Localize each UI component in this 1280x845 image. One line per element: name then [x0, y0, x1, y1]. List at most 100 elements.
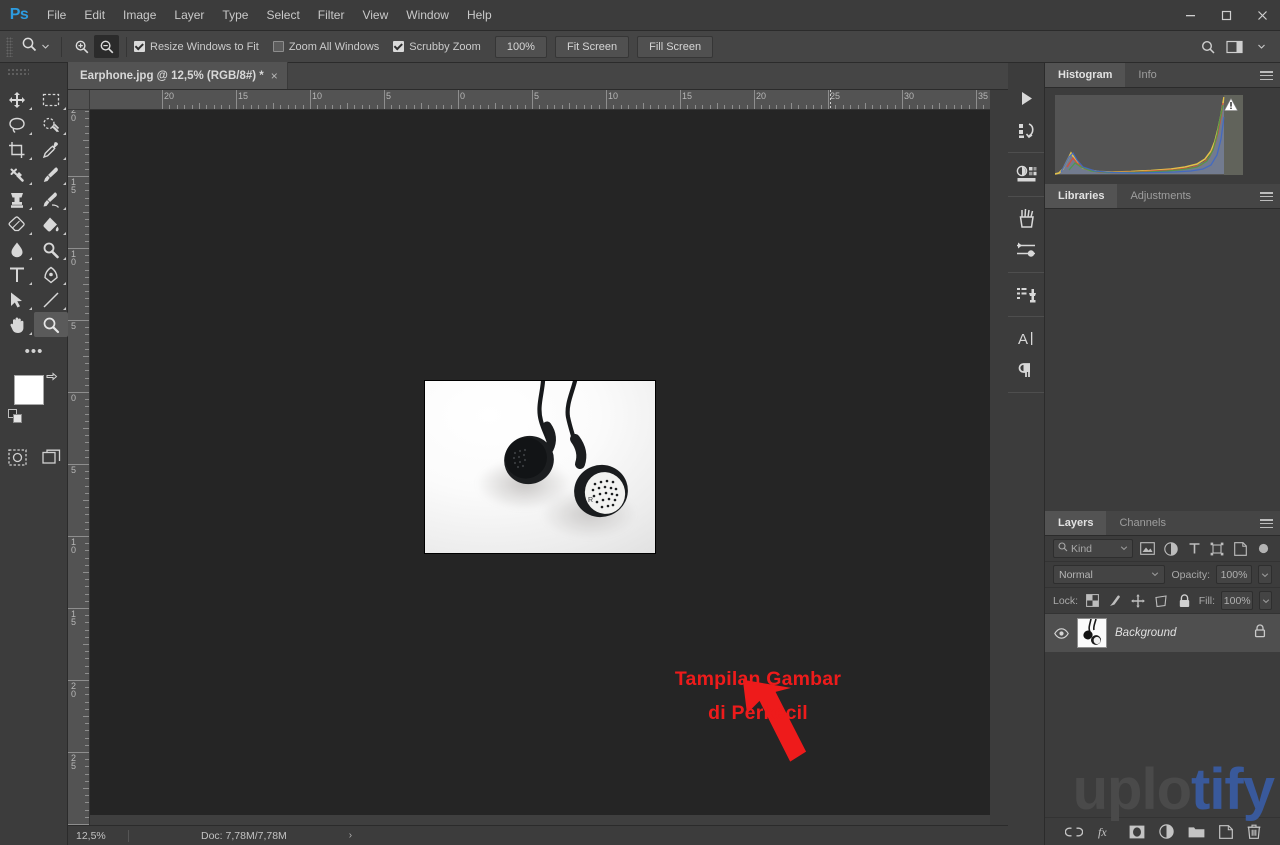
checkbox-box[interactable] — [134, 41, 145, 52]
fill-stepper[interactable] — [1259, 591, 1273, 610]
tool-submenu-indicator[interactable] — [29, 107, 32, 110]
color-swatches-panel-icon[interactable] — [1008, 158, 1045, 190]
opacity-stepper[interactable] — [1258, 565, 1272, 584]
lock-position-icon[interactable] — [1130, 591, 1147, 610]
tool-submenu-indicator[interactable] — [29, 207, 32, 210]
ruler-corner[interactable] — [68, 90, 90, 110]
tool-submenu-indicator[interactable] — [29, 257, 32, 260]
checkbox-box[interactable] — [272, 41, 284, 52]
button-fit-screen[interactable]: Fit Screen — [554, 35, 630, 58]
menu-layer[interactable]: Layer — [165, 0, 213, 31]
add-layer-mask-icon[interactable] — [1129, 825, 1145, 839]
menu-window[interactable]: Window — [397, 0, 458, 31]
eyedropper-tool[interactable] — [34, 137, 68, 162]
shape-filter-icon[interactable] — [1209, 539, 1226, 558]
tool-submenu-indicator[interactable] — [63, 207, 66, 210]
swap-colors-icon[interactable] — [45, 371, 58, 387]
zoom-out-button[interactable] — [94, 35, 119, 58]
tool-submenu-indicator[interactable] — [29, 282, 32, 285]
tool-submenu-indicator[interactable] — [29, 332, 32, 335]
smart-object-filter-icon[interactable] — [1232, 539, 1249, 558]
adjustment-filter-icon[interactable] — [1162, 539, 1179, 558]
path-selection-tool[interactable] — [0, 287, 34, 312]
brush-tool[interactable] — [34, 162, 68, 187]
fill-value[interactable]: 100% — [1221, 591, 1254, 610]
pixel-filter-icon[interactable] — [1139, 539, 1156, 558]
type-tool[interactable] — [0, 262, 34, 287]
menu-edit[interactable]: Edit — [75, 0, 114, 31]
vertical-ruler[interactable]: 2015105051015202530 — [68, 110, 90, 828]
crop-tool[interactable] — [0, 137, 34, 162]
panel-menu-icon[interactable] — [1260, 184, 1273, 209]
layer-visibility-icon[interactable] — [1053, 627, 1069, 639]
tools-panel-grip[interactable] — [7, 68, 29, 76]
search-icon[interactable] — [1195, 35, 1220, 58]
menu-help[interactable]: Help — [458, 0, 501, 31]
type-filter-icon[interactable] — [1186, 539, 1203, 558]
opacity-value[interactable]: 100% — [1216, 565, 1252, 584]
layer-style-fx-icon[interactable]: fx — [1097, 824, 1115, 839]
tool-submenu-indicator[interactable] — [29, 157, 32, 160]
line-tool[interactable] — [34, 287, 68, 312]
tool-submenu-indicator[interactable] — [29, 232, 32, 235]
lock-transparent-pixels-icon[interactable] — [1084, 591, 1101, 610]
character-panel-icon[interactable]: A — [1008, 322, 1045, 354]
menu-select[interactable]: Select — [257, 0, 308, 31]
checkbox-zoom-all-windows[interactable]: Zoom All Windows — [272, 41, 379, 53]
link-layers-icon[interactable] — [1064, 826, 1083, 838]
menu-filter[interactable]: Filter — [309, 0, 354, 31]
menu-image[interactable]: Image — [114, 0, 165, 31]
quick-mask-icon[interactable] — [0, 445, 34, 470]
layer-locked-icon[interactable] — [1254, 623, 1266, 643]
status-expand-icon[interactable]: › — [349, 830, 352, 841]
zoom-level-field[interactable]: 12,5% — [68, 830, 128, 842]
tool-submenu-indicator[interactable] — [63, 157, 66, 160]
tab-info[interactable]: Info — [1125, 63, 1169, 87]
tool-submenu-indicator[interactable] — [63, 132, 66, 135]
hand-tool[interactable] — [0, 312, 34, 337]
tool-submenu-indicator[interactable] — [29, 132, 32, 135]
horizontal-ruler[interactable]: 20 15 10 5 0 5 10 15 20 25 30 35 — [90, 90, 990, 110]
tool-submenu-indicator[interactable] — [63, 232, 66, 235]
image-canvas[interactable]: R — [425, 381, 655, 553]
tool-submenu-indicator[interactable] — [63, 307, 66, 310]
eraser-tool[interactable] — [0, 212, 34, 237]
lock-all-icon[interactable] — [1176, 591, 1193, 610]
new-adjustment-layer-icon[interactable] — [1158, 824, 1174, 839]
chevron-down-icon[interactable] — [1120, 543, 1128, 555]
new-group-icon[interactable] — [1188, 825, 1205, 838]
clone-source-panel-icon[interactable] — [1008, 278, 1045, 310]
active-tool-preset[interactable] — [17, 35, 54, 59]
more-tools-button[interactable]: ••• — [0, 337, 68, 365]
menu-type[interactable]: Type — [213, 0, 257, 31]
healing-brush-tool[interactable] — [0, 162, 34, 187]
layer-row[interactable]: Background — [1045, 614, 1280, 652]
lasso-tool[interactable] — [0, 112, 34, 137]
lock-image-pixels-icon[interactable] — [1107, 591, 1124, 610]
zoom-in-button[interactable] — [69, 35, 94, 58]
move-tool[interactable] — [0, 87, 34, 112]
actions-panel-icon[interactable] — [1008, 82, 1045, 114]
screen-mode-icon[interactable] — [34, 445, 68, 470]
button-100[interactable]: 100% — [494, 35, 547, 58]
tool-submenu-indicator[interactable] — [63, 282, 66, 285]
tab-channels[interactable]: Channels — [1106, 511, 1178, 535]
gradient-tool[interactable] — [34, 212, 68, 237]
lock-artboard-nesting-icon[interactable] — [1153, 591, 1170, 610]
tool-submenu-indicator[interactable] — [29, 182, 32, 185]
pen-tool[interactable] — [34, 262, 68, 287]
rectangular-marquee-tool[interactable] — [34, 87, 68, 112]
brushes-panel-icon[interactable] — [1008, 202, 1045, 234]
layer-name[interactable]: Background — [1115, 627, 1246, 639]
button-fill-screen[interactable]: Fill Screen — [637, 35, 714, 58]
clone-stamp-tool[interactable] — [0, 187, 34, 212]
minimize-button[interactable] — [1172, 0, 1208, 31]
tab-histogram[interactable]: Histogram — [1045, 63, 1126, 87]
tool-submenu-indicator[interactable] — [29, 307, 32, 310]
zoom-tool[interactable] — [34, 312, 68, 337]
history-panel-icon[interactable] — [1008, 114, 1045, 146]
uncached-data-warning-icon[interactable] — [1223, 97, 1239, 111]
close-button[interactable] — [1244, 0, 1280, 31]
foreground-color-swatch[interactable] — [14, 375, 44, 405]
menu-view[interactable]: View — [353, 0, 397, 31]
